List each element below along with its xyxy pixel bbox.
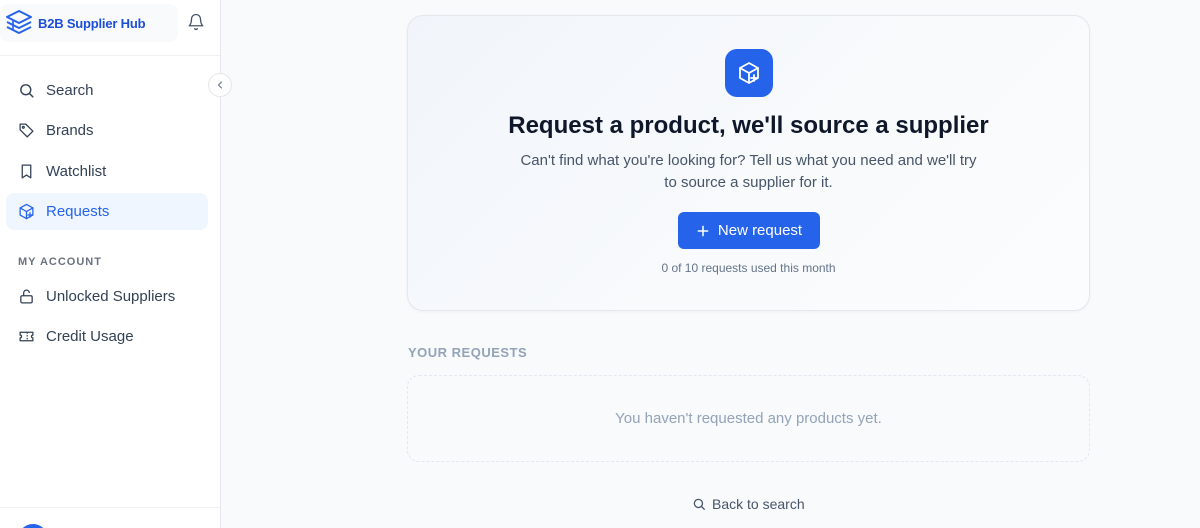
package-plus-icon — [17, 203, 35, 221]
request-product-card: Request a product, we'll source a suppli… — [407, 15, 1090, 311]
collapse-sidebar-button[interactable] — [208, 73, 232, 97]
your-requests-heading: YOUR REQUESTS — [408, 345, 528, 360]
package-plus-icon — [725, 49, 773, 97]
sidebar-item-label: Search — [46, 82, 94, 99]
sidebar-item-requests[interactable]: Requests — [6, 193, 208, 230]
back-to-search-link[interactable]: Back to search — [692, 494, 805, 514]
sidebar: B2B Supplier Hub Search Brands Watchlist — [0, 0, 221, 528]
sidebar-item-label: Unlocked Suppliers — [46, 288, 176, 305]
search-icon — [692, 497, 706, 511]
sidebar-item-brands[interactable]: Brands — [6, 112, 208, 149]
sidebar-item-unlocked-suppliers[interactable]: Unlocked Suppliers — [6, 278, 208, 315]
chevron-left-icon — [217, 81, 223, 89]
empty-state-text: You haven't requested any products yet. — [615, 410, 882, 427]
page-title: Request a product, we'll source a suppli… — [508, 112, 989, 139]
requests-empty-state: You haven't requested any products yet. — [407, 375, 1090, 462]
new-request-label: New request — [717, 222, 803, 239]
hero-description: Can't find what you're looking for? Tell… — [520, 152, 977, 191]
lock-open-icon — [17, 288, 35, 306]
bookmark-icon — [17, 163, 35, 181]
sidebar-item-credit-usage[interactable]: Credit Usage — [6, 318, 208, 355]
back-to-search-label: Back to search — [712, 496, 805, 512]
stacked-layers-logo-icon — [6, 10, 32, 34]
sidebar-item-label: Watchlist — [46, 163, 107, 180]
ticket-icon — [17, 328, 35, 346]
sidebar-item-label: Brands — [46, 122, 94, 139]
brand-link[interactable]: B2B Supplier Hub — [0, 4, 178, 42]
my-account-section-label: MY ACCOUNT — [18, 256, 102, 268]
sidebar-item-label: Requests — [46, 203, 110, 220]
requests-usage-text: 0 of 10 requests used this month — [661, 261, 836, 275]
sidebar-item-watchlist[interactable]: Watchlist — [6, 153, 208, 190]
sidebar-item-label: Credit Usage — [46, 328, 134, 345]
brand-name: B2B Supplier Hub — [38, 15, 146, 31]
sidebar-item-search[interactable]: Search — [6, 72, 208, 109]
bell-icon — [188, 13, 204, 31]
sidebar-footer — [0, 507, 220, 528]
tag-icon — [17, 122, 35, 140]
avatar[interactable] — [18, 524, 48, 528]
sidebar-header: B2B Supplier Hub — [0, 0, 220, 56]
notifications-button[interactable] — [186, 12, 206, 32]
new-request-button[interactable]: New request — [678, 212, 820, 249]
search-icon — [17, 82, 35, 100]
plus-icon — [696, 224, 710, 238]
